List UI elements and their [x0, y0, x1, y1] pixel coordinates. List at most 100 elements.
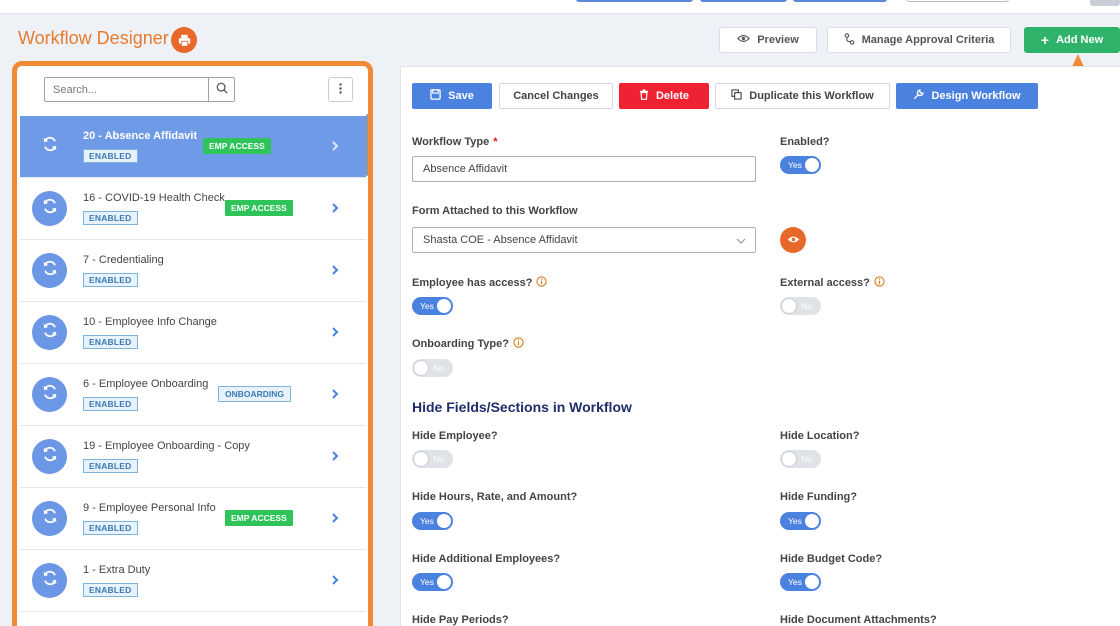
- top-toolbar-button[interactable]: [1090, 0, 1120, 6]
- toggle-knob: [782, 299, 796, 313]
- chevron-right-icon: [331, 201, 339, 219]
- hide-hours-label: Hide Hours, Rate, and Amount?: [412, 491, 578, 503]
- top-toolbar-button[interactable]: [793, 0, 887, 2]
- toggle-knob: [805, 158, 819, 172]
- status-badge: ENABLED: [83, 273, 138, 287]
- info-icon[interactable]: [536, 276, 548, 290]
- manage-approval-criteria-button[interactable]: Manage Approval Criteria: [827, 27, 1011, 53]
- toggle-knob: [805, 575, 819, 589]
- page-title: Workflow Designer: [18, 28, 169, 48]
- toggle-knob: [414, 452, 428, 466]
- design-workflow-button[interactable]: Design Workflow: [896, 83, 1038, 109]
- toggle-text: No: [433, 363, 444, 373]
- workflow-name: 7 - Credentialing: [83, 254, 164, 266]
- workflow-list-item[interactable]: 16 - COVID-19 Health Check ENABLED EMP A…: [20, 178, 366, 240]
- kebab-icon: [339, 81, 342, 99]
- workflow-list-item[interactable]: 19 - Employee Onboarding - Copy ENABLED: [20, 426, 366, 488]
- employee-access-label: Employee has access?: [412, 276, 548, 290]
- status-badge: ENABLED: [83, 211, 138, 225]
- top-toolbar-field[interactable]: [906, 0, 1009, 2]
- status-badge: ENABLED: [83, 397, 138, 411]
- form-attached-label: Form Attached to this Workflow: [412, 205, 578, 217]
- info-icon[interactable]: [513, 337, 524, 351]
- workflow-avatar: [32, 191, 67, 226]
- refresh-icon: [41, 321, 59, 344]
- design-label: Design Workflow: [931, 90, 1021, 102]
- top-toolbar-button[interactable]: [576, 0, 693, 2]
- onboarding-type-toggle[interactable]: No: [412, 359, 453, 377]
- add-new-button[interactable]: + Add New: [1024, 27, 1120, 53]
- employee-access-toggle[interactable]: Yes: [412, 297, 453, 315]
- preview-button[interactable]: Preview: [719, 27, 817, 53]
- status-badge: ENABLED: [83, 583, 138, 597]
- view-form-button[interactable]: [780, 227, 806, 253]
- toggle-text: Yes: [788, 577, 802, 587]
- chevron-right-icon: [331, 511, 339, 529]
- delete-label: Delete: [655, 90, 690, 102]
- toggle-text: Yes: [788, 516, 802, 526]
- toggle-text: No: [433, 454, 444, 464]
- workflow-name: 1 - Extra Duty: [83, 564, 151, 576]
- hide-additional-employees-toggle[interactable]: Yes: [412, 573, 453, 591]
- top-toolbar-strip: [0, 0, 1120, 14]
- workflow-list-item[interactable]: 1 - Extra Duty ENABLED: [20, 550, 366, 612]
- workflow-type-field[interactable]: Absence Affidavit: [412, 156, 756, 182]
- top-toolbar-button[interactable]: [700, 0, 787, 2]
- print-icon[interactable]: [171, 27, 197, 53]
- search-box: [44, 77, 235, 102]
- cancel-changes-button[interactable]: Cancel Changes: [499, 83, 613, 109]
- save-button[interactable]: Save: [412, 83, 492, 109]
- workflow-list-item[interactable]: 6 - Employee Onboarding ENABLED ONBOARDI…: [20, 364, 366, 426]
- floppy-icon: [430, 89, 441, 103]
- add-new-label: Add New: [1056, 34, 1104, 46]
- toggle-text: Yes: [420, 516, 434, 526]
- workflow-avatar: [32, 129, 67, 164]
- cancel-label: Cancel Changes: [513, 90, 599, 102]
- more-options-button[interactable]: [328, 77, 353, 102]
- workflow-list-panel: 20 - Absence Affidavit ENABLED EMP ACCES…: [12, 61, 373, 626]
- employee-access-label-text: Employee has access?: [412, 277, 533, 289]
- search-input[interactable]: [45, 78, 208, 101]
- status-badge: ENABLED: [83, 149, 138, 163]
- hide-additional-employees-label: Hide Additional Employees?: [412, 553, 561, 565]
- workflow-name: 10 - Employee Info Change: [83, 316, 217, 328]
- list-scrollbar[interactable]: [366, 114, 368, 176]
- workflow-list-item[interactable]: 9 - Employee Personal Info ENABLED EMP A…: [20, 488, 366, 550]
- search-button[interactable]: [208, 78, 234, 101]
- hide-funding-toggle[interactable]: Yes: [780, 512, 821, 530]
- hide-document-attachments-label: Hide Document Attachments?: [780, 614, 937, 626]
- hide-hours-toggle[interactable]: Yes: [412, 512, 453, 530]
- workflow-avatar: [32, 377, 67, 412]
- workflow-avatar: [32, 315, 67, 350]
- wrench-icon: [913, 89, 925, 103]
- hide-employee-toggle[interactable]: No: [412, 450, 453, 468]
- hide-location-toggle[interactable]: No: [780, 450, 821, 468]
- external-access-toggle[interactable]: No: [780, 297, 821, 315]
- search-icon: [216, 81, 228, 99]
- hide-funding-label: Hide Funding?: [780, 491, 857, 503]
- workflow-list-item[interactable]: 10 - Employee Info Change ENABLED: [20, 302, 366, 364]
- toggle-text: Yes: [420, 577, 434, 587]
- toggle-knob: [437, 299, 451, 313]
- form-attached-select[interactable]: Shasta COE - Absence Affidavit: [412, 227, 756, 253]
- copy-icon: [731, 89, 742, 103]
- workflow-type-label-text: Workflow Type: [412, 136, 490, 148]
- enabled-toggle[interactable]: Yes: [780, 156, 821, 174]
- hide-budget-code-toggle[interactable]: Yes: [780, 573, 821, 591]
- workflow-avatar: [32, 501, 67, 536]
- refresh-icon: [41, 259, 59, 282]
- emp-access-badge: EMP ACCESS: [225, 510, 293, 526]
- refresh-icon: [41, 197, 59, 220]
- external-access-label: External access?: [780, 276, 885, 290]
- external-access-label-text: External access?: [780, 277, 870, 289]
- workflow-list-item[interactable]: 7 - Credentialing ENABLED: [20, 240, 366, 302]
- chevron-right-icon: [331, 449, 339, 467]
- criteria-label: Manage Approval Criteria: [861, 34, 995, 46]
- delete-button[interactable]: Delete: [619, 83, 709, 109]
- duplicate-workflow-button[interactable]: Duplicate this Workflow: [715, 83, 890, 109]
- toggle-text: Yes: [788, 160, 802, 170]
- enabled-label: Enabled?: [780, 136, 830, 148]
- info-icon[interactable]: [874, 276, 885, 290]
- workflow-list-item[interactable]: 20 - Absence Affidavit ENABLED EMP ACCES…: [20, 116, 366, 178]
- workflow-avatar: [32, 563, 67, 598]
